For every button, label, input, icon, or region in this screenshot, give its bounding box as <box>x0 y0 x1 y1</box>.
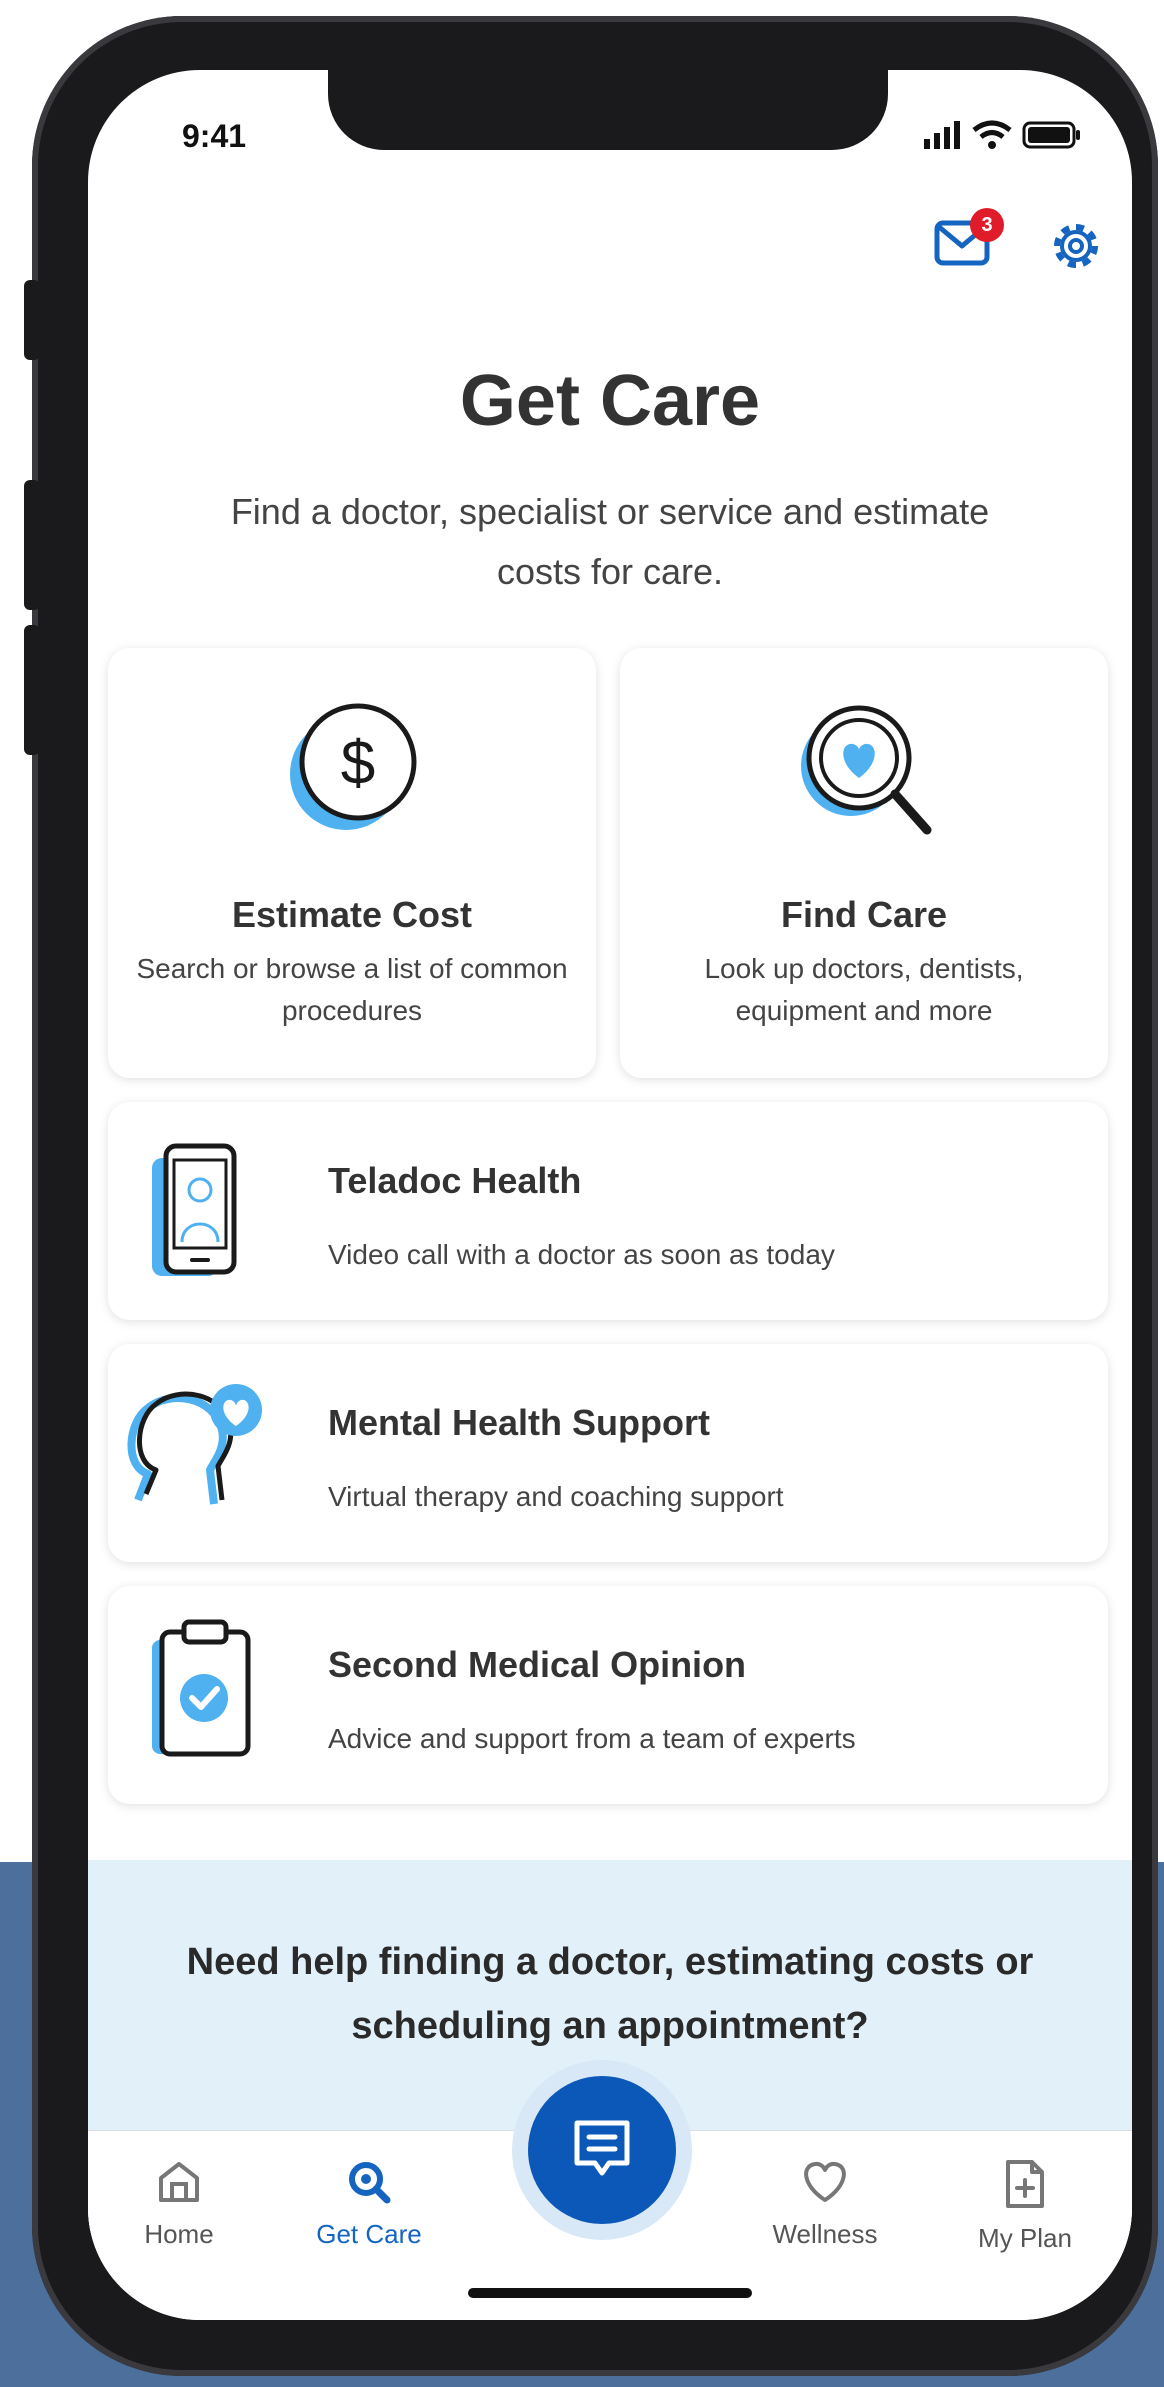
find-care-title: Find Care <box>780 894 948 935</box>
phone-doctor-icon <box>152 1143 237 1276</box>
notch <box>328 70 888 150</box>
magnifier-heart-icon <box>801 705 932 835</box>
volume-up-button <box>24 480 40 610</box>
find-care-description: Look up doctors, dentists, equipment and… <box>704 953 1024 1026</box>
estimate-cost-card[interactable]: $ Estimate Cost Search or browse a list … <box>108 648 596 1078</box>
help-prompt: Need help finding a doctor, estimating c… <box>186 1941 1034 2047</box>
document-plus-icon <box>1006 2160 1044 2208</box>
second-medical-opinion-description: Advice and support from a team of expert… <box>328 1723 856 1754</box>
nav-wellness-label: Wellness <box>772 2219 878 2249</box>
mental-health-support-description: Virtual therapy and coaching support <box>328 1481 784 1512</box>
nav-home-label: Home <box>144 2219 214 2249</box>
chat-button[interactable] <box>528 2076 676 2224</box>
teladoc-health-title: Teladoc Health <box>328 1160 582 1201</box>
messages-button[interactable]: 3 <box>934 208 1004 271</box>
mental-health-support-card[interactable]: Mental Health Support Virtual therapy an… <box>108 1344 1108 1562</box>
volume-down-button <box>24 625 40 755</box>
search-icon <box>349 2162 391 2204</box>
status-icons <box>922 120 1082 150</box>
second-medical-opinion-card[interactable]: Second Medical Opinion Advice and suppor… <box>108 1586 1108 1804</box>
nav-my-plan-label: My Plan <box>978 2223 1072 2253</box>
find-care-card[interactable]: Find Care Look up doctors, dentists, equ… <box>620 648 1108 1078</box>
second-medical-opinion-title: Second Medical Opinion <box>328 1644 747 1685</box>
settings-button[interactable] <box>1046 216 1106 281</box>
nav-my-plan[interactable]: My Plan <box>940 2158 1110 2254</box>
nav-get-care[interactable]: Get Care <box>284 2158 454 2250</box>
nav-get-care-label: Get Care <box>316 2219 422 2249</box>
home-indicator <box>468 2288 752 2298</box>
nav-wellness[interactable]: Wellness <box>740 2158 910 2250</box>
chat-icon <box>574 2120 630 2176</box>
notification-badge: 3 <box>970 208 1004 242</box>
signal-icon <box>924 121 960 149</box>
dollar-icon: $ <box>290 703 417 830</box>
svg-text:$: $ <box>341 729 375 798</box>
wifi-icon <box>972 120 1012 149</box>
house-icon <box>159 2162 199 2202</box>
gear-icon <box>1054 224 1098 268</box>
clipboard-check-icon <box>152 1619 251 1757</box>
app-screen: 9:41 3 Get Care Find a doctor, specialis… <box>88 70 1132 2320</box>
mental-health-support-title: Mental Health Support <box>328 1402 711 1443</box>
estimate-cost-description: Search or browse a list of common proced… <box>136 953 568 1026</box>
status-time: 9:41 <box>182 118 247 154</box>
page-subtitle: Find a doctor, specialist or service and… <box>230 491 990 592</box>
teladoc-health-description: Video call with a doctor as soon as toda… <box>328 1239 835 1270</box>
head-heart-icon <box>127 1384 262 1505</box>
teladoc-health-card[interactable]: Teladoc Health Video call with a doctor … <box>108 1102 1108 1320</box>
nav-home[interactable]: Home <box>94 2158 264 2250</box>
estimate-cost-title: Estimate Cost <box>231 894 473 935</box>
silent-switch <box>24 280 40 360</box>
page-title: Get Care <box>459 361 761 441</box>
battery-icon <box>1022 121 1080 149</box>
heart-icon <box>804 2161 846 2202</box>
